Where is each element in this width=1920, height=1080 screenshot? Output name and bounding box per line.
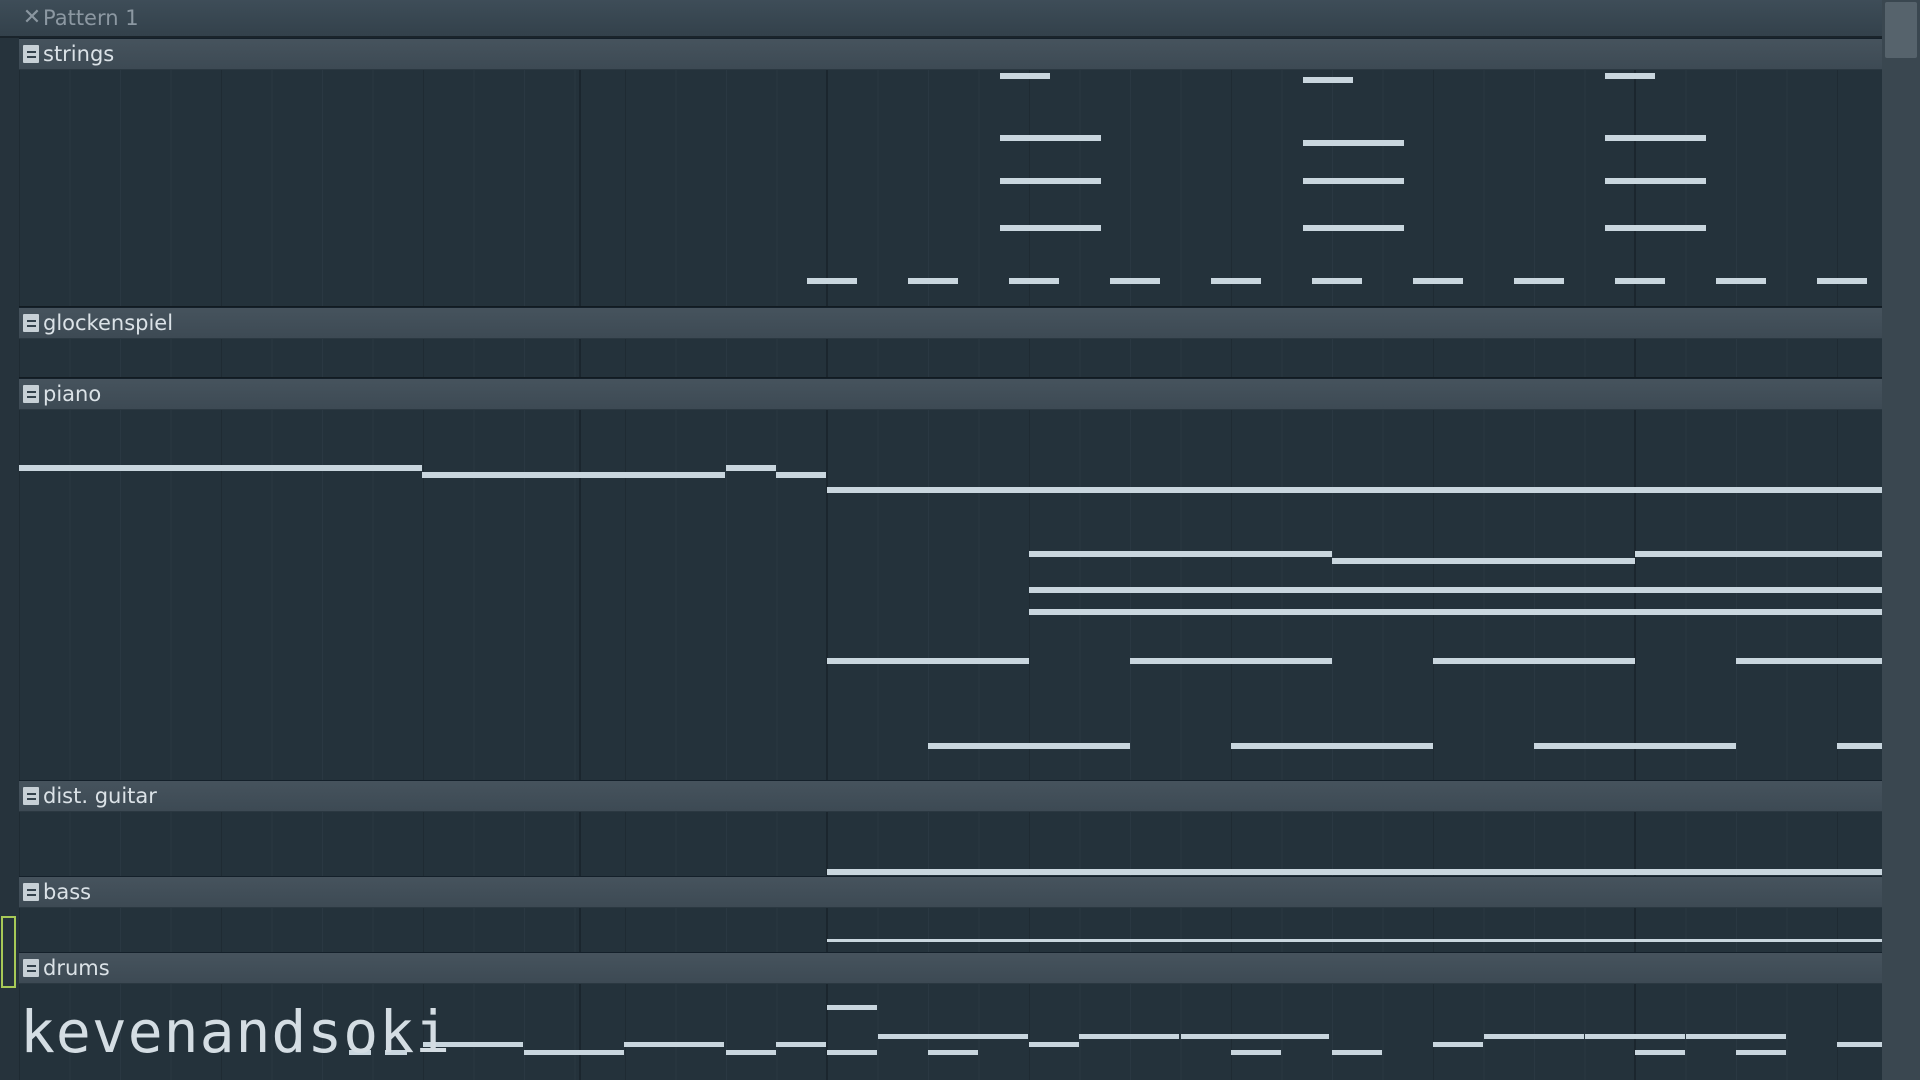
track-lane-bass[interactable] bbox=[19, 908, 1882, 953]
note[interactable] bbox=[1837, 743, 1882, 749]
note[interactable] bbox=[1130, 658, 1332, 664]
note[interactable] bbox=[1303, 77, 1353, 83]
collapse-toggle-icon[interactable] bbox=[23, 883, 39, 901]
pattern-title-bar[interactable]: ✕ Pattern 1 bbox=[0, 0, 1882, 38]
note[interactable] bbox=[726, 465, 776, 471]
note[interactable] bbox=[1303, 140, 1404, 146]
note[interactable] bbox=[1181, 1034, 1329, 1039]
note[interactable] bbox=[776, 1042, 826, 1047]
note[interactable] bbox=[827, 939, 1882, 942]
note[interactable] bbox=[1736, 1050, 1786, 1055]
note[interactable] bbox=[1605, 73, 1655, 79]
track-name: piano bbox=[43, 382, 102, 406]
watermark-text: kevenandsoki bbox=[20, 998, 452, 1066]
note[interactable] bbox=[624, 1042, 724, 1047]
track-header-strings[interactable]: strings bbox=[19, 38, 1882, 70]
left-gutter bbox=[0, 38, 20, 1080]
collapse-toggle-icon[interactable] bbox=[23, 314, 39, 332]
note[interactable] bbox=[1332, 1050, 1382, 1055]
note[interactable] bbox=[1413, 278, 1463, 284]
note[interactable] bbox=[1605, 225, 1706, 231]
selection-marker bbox=[1, 916, 16, 988]
track-lane-dist-guitar[interactable] bbox=[19, 812, 1882, 877]
track-lane-glockenspiel[interactable] bbox=[19, 339, 1882, 378]
note[interactable] bbox=[1000, 225, 1101, 231]
note[interactable] bbox=[726, 1050, 776, 1055]
vertical-scrollbar[interactable] bbox=[1882, 0, 1920, 1080]
note[interactable] bbox=[1029, 609, 1882, 615]
note[interactable] bbox=[1817, 278, 1867, 284]
scrollbar-thumb[interactable] bbox=[1885, 2, 1917, 58]
note[interactable] bbox=[1534, 743, 1736, 749]
note[interactable] bbox=[1837, 1042, 1882, 1047]
note[interactable] bbox=[827, 487, 1882, 493]
track-name: bass bbox=[43, 880, 92, 904]
note[interactable] bbox=[878, 1034, 978, 1039]
note[interactable] bbox=[19, 465, 422, 471]
track-header-bass[interactable]: bass bbox=[19, 876, 1882, 908]
note[interactable] bbox=[1615, 278, 1665, 284]
track-name: dist. guitar bbox=[43, 784, 157, 808]
note[interactable] bbox=[827, 869, 1882, 875]
pattern-editor: ✕ Pattern 1 strings glockenspiel piano d… bbox=[0, 0, 1920, 1080]
close-icon[interactable]: ✕ bbox=[22, 6, 42, 30]
note[interactable] bbox=[1303, 178, 1404, 184]
note[interactable] bbox=[1514, 278, 1564, 284]
note[interactable] bbox=[1686, 1034, 1786, 1039]
note[interactable] bbox=[1000, 73, 1050, 79]
note[interactable] bbox=[1029, 551, 1332, 557]
note[interactable] bbox=[1079, 1034, 1179, 1039]
collapse-toggle-icon[interactable] bbox=[23, 959, 39, 977]
note[interactable] bbox=[827, 1005, 877, 1010]
note[interactable] bbox=[908, 278, 958, 284]
note[interactable] bbox=[1312, 278, 1362, 284]
track-header-drums[interactable]: drums bbox=[19, 952, 1882, 984]
note[interactable] bbox=[827, 658, 1029, 664]
note[interactable] bbox=[1000, 135, 1101, 141]
note[interactable] bbox=[928, 1050, 978, 1055]
note[interactable] bbox=[1303, 225, 1404, 231]
note[interactable] bbox=[1736, 658, 1882, 664]
track-name: glockenspiel bbox=[43, 311, 174, 335]
note[interactable] bbox=[1433, 1042, 1483, 1047]
note[interactable] bbox=[1110, 278, 1160, 284]
note[interactable] bbox=[1231, 743, 1433, 749]
note[interactable] bbox=[1000, 178, 1101, 184]
pattern-title: Pattern 1 bbox=[43, 6, 139, 30]
note[interactable] bbox=[827, 1050, 877, 1055]
track-lane-piano[interactable] bbox=[19, 410, 1882, 781]
note[interactable] bbox=[807, 278, 857, 284]
note[interactable] bbox=[1605, 135, 1706, 141]
note[interactable] bbox=[978, 1034, 1028, 1039]
note[interactable] bbox=[1029, 587, 1882, 593]
note[interactable] bbox=[1332, 558, 1635, 564]
collapse-toggle-icon[interactable] bbox=[23, 385, 39, 403]
collapse-toggle-icon[interactable] bbox=[23, 787, 39, 805]
note[interactable] bbox=[928, 743, 1130, 749]
track-name: strings bbox=[43, 42, 115, 66]
note[interactable] bbox=[776, 472, 826, 478]
note[interactable] bbox=[1433, 658, 1635, 664]
note[interactable] bbox=[1231, 1050, 1281, 1055]
note[interactable] bbox=[1009, 278, 1059, 284]
track-name: drums bbox=[43, 956, 110, 980]
note[interactable] bbox=[1585, 1034, 1685, 1039]
note[interactable] bbox=[1635, 551, 1882, 557]
note[interactable] bbox=[1605, 178, 1706, 184]
track-lane-strings[interactable] bbox=[19, 70, 1882, 307]
note[interactable] bbox=[1484, 1034, 1584, 1039]
note[interactable] bbox=[524, 1050, 624, 1055]
track-header-glockenspiel[interactable]: glockenspiel bbox=[19, 307, 1882, 339]
collapse-toggle-icon[interactable] bbox=[23, 45, 39, 63]
track-header-dist-guitar[interactable]: dist. guitar bbox=[19, 780, 1882, 812]
note[interactable] bbox=[1716, 278, 1766, 284]
note[interactable] bbox=[422, 472, 725, 478]
note[interactable] bbox=[1211, 278, 1261, 284]
note[interactable] bbox=[1635, 1050, 1685, 1055]
note[interactable] bbox=[1029, 1042, 1079, 1047]
track-header-piano[interactable]: piano bbox=[19, 378, 1882, 410]
